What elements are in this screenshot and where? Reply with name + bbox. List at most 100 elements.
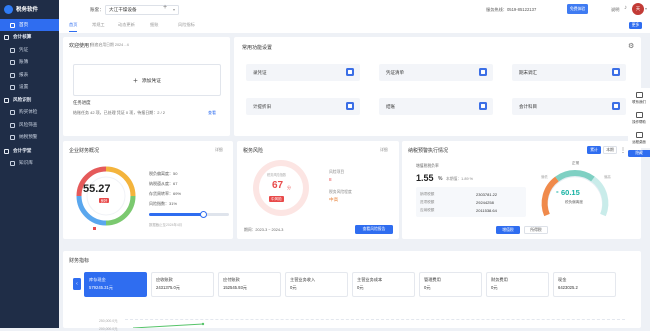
user-button[interactable]: 免费体验 (567, 4, 588, 14)
sidebar-item-label: 知识库 (19, 160, 33, 165)
menu-icon (10, 122, 15, 128)
function-item-3[interactable]: 计提折旧 (246, 98, 360, 115)
risk-detail-link[interactable]: 详细 (380, 148, 388, 153)
finance-metric-0[interactable]: 库存现金 579245.31元 (84, 272, 147, 297)
chart-y-label-1: 250,000.0元 (99, 319, 118, 323)
overview-score: 55.27 (83, 183, 111, 195)
sidebar-item-1[interactable]: 会计核算 (0, 31, 59, 43)
remote-desktop-tool[interactable]: 远程桌面 (628, 128, 650, 148)
app-logo: 税务软件 (4, 3, 38, 15)
declare-more-icon[interactable]: ⋮ (620, 147, 626, 154)
sidebar-item-label: 风险识别 (13, 97, 32, 102)
help-link[interactable]: 说明 (611, 7, 619, 13)
overview-slider[interactable] (149, 211, 229, 218)
function-icon (346, 102, 354, 110)
sidebar-item-5[interactable]: 设置 (0, 81, 59, 93)
account-name: 大江干燥设备 (109, 7, 137, 12)
function-label: 会计科目 (519, 104, 537, 109)
user-menu-caret-icon[interactable]: ▾ (645, 6, 647, 11)
tab-updates[interactable]: 动态更新 (118, 22, 135, 31)
gauge-caption: 税负偏离度 (565, 200, 583, 204)
bell-icon[interactable]: ♪ (624, 5, 627, 11)
metric-value: 152545.93元 (223, 285, 247, 290)
add-voucher-button[interactable]: + 添加凭证 (73, 64, 221, 96)
finance-prev-button[interactable]: ‹ (73, 278, 81, 290)
overview-stat-1: 税负偏离度：50 (149, 171, 178, 176)
monitor-icon (635, 132, 643, 138)
declare-period-button[interactable]: 本期 (603, 146, 617, 154)
sidebar-item-label: 纳税预警 (19, 134, 38, 139)
tab-risk[interactable]: 风险指标 (178, 22, 195, 31)
function-label: 期末调汇 (519, 70, 537, 75)
contact-us-tool[interactable]: 联系我们 (628, 88, 650, 108)
finance-metric-4[interactable]: 主营业务成本 0元 (352, 272, 415, 297)
sidebar-item-9[interactable]: 纳税预警 (0, 131, 59, 143)
overview-title: 企业财务概况 (69, 148, 100, 154)
finance-metric-1[interactable]: 应收账款 2431375.0元 (151, 272, 214, 297)
help-tool[interactable]: 操作帮助 (628, 108, 650, 128)
sidebar-item-label: 报表 (19, 72, 29, 77)
tab-routine[interactable]: 常规工 (92, 22, 105, 31)
finance-metric-7[interactable]: 现金 6423025.2 (553, 272, 616, 297)
tabs-more-button[interactable]: 更多 (629, 22, 642, 29)
risk-value-2: 中高 (329, 197, 339, 202)
income-tax-tab-button[interactable]: 所得税 (524, 226, 548, 234)
finance-metric-5[interactable]: 管理费用 0元 (419, 272, 482, 297)
slider-handle[interactable] (199, 211, 207, 218)
risk-card: 税务风险 详细 税务风险指数 67 分 中风险 风险项目 8 税务风险程度 中高… (237, 141, 399, 239)
finance-metric-6[interactable]: 财务费用 0元 (486, 272, 549, 297)
menu-icon (10, 134, 15, 140)
function-item-4[interactable]: 结账 (379, 98, 493, 115)
function-item-0[interactable]: 录凭证 (246, 64, 360, 81)
overview-detail-link[interactable]: 详细 (215, 148, 223, 153)
sidebar-item-6[interactable]: 风险识别 (0, 94, 59, 106)
account-select[interactable]: 大江干燥设备 ▾ (105, 5, 179, 15)
finance-trend-line (133, 322, 205, 328)
tab-detail[interactable]: 细账 (150, 22, 158, 31)
metric-label: 库存现金 (89, 277, 106, 282)
avatar[interactable]: 天 (632, 3, 644, 15)
overview-stat-3: 存货周转率：69% (149, 191, 182, 196)
risk-title: 税务风险 (243, 148, 264, 154)
function-item-2[interactable]: 期末调汇 (512, 64, 626, 81)
sidebar-item-7[interactable]: 购买体检 (0, 106, 59, 118)
function-icon (479, 102, 487, 110)
function-label: 计提折旧 (253, 104, 271, 109)
settings-gear-icon[interactable]: ⚙ (628, 42, 634, 50)
hide-tools-button[interactable]: 隐藏 (628, 150, 650, 157)
menu-icon (10, 72, 15, 78)
metric-label: 应付账款 (223, 277, 240, 282)
sidebar-item-label: 风险筛查 (19, 122, 38, 127)
view-risk-report-button[interactable]: 查看风险报告 (355, 225, 393, 234)
sidebar-item-0[interactable]: 首页 (0, 19, 59, 31)
sidebar-item-4[interactable]: 报表 (0, 69, 59, 81)
declare-cumulative-button[interactable]: 累计 (587, 146, 601, 154)
sidebar-item-3[interactable]: 账簿 (0, 56, 59, 68)
risk-score-unit: 分 (287, 185, 291, 190)
risk-label-2: 税务风险程度 (329, 190, 352, 194)
tasks-link[interactable]: 查看 (208, 110, 216, 116)
menu-icon (10, 160, 15, 166)
tab-home[interactable]: 首页 (69, 22, 78, 32)
metric-value: 0元 (491, 285, 498, 290)
sidebar-item-2[interactable]: 凭证 (0, 44, 59, 56)
chart-gridline (125, 319, 625, 320)
add-account-button[interactable]: + (163, 4, 167, 11)
vat-tab-button[interactable]: 增值税 (496, 226, 520, 234)
sidebar-item-label: 设置 (19, 84, 29, 89)
overview-stat-4: 风险指数：31% (149, 201, 178, 206)
function-item-1[interactable]: 凭证清单 (379, 64, 493, 81)
function-item-5[interactable]: 会计科目 (512, 98, 626, 115)
sidebar-item-8[interactable]: 风险筛查 (0, 119, 59, 131)
gauge-top-label: 正常 (572, 161, 580, 165)
finance-metric-3[interactable]: 主营业务收入 0元 (285, 272, 348, 297)
gauge-value-sign: - (556, 187, 559, 196)
sidebar-item-11[interactable]: 知识库 (0, 157, 59, 169)
finance-metric-2[interactable]: 应付账款 152545.93元 (218, 272, 281, 297)
menu-icon (10, 84, 15, 90)
hotline-text: 服务热线：0519-85122137 (486, 7, 537, 12)
sidebar-item-10[interactable]: 会计学堂 (0, 145, 59, 157)
metric-label: 主营业务成本 (357, 277, 383, 282)
overview-foot-note: 数据截止至2024年4月 (149, 223, 183, 227)
sidebar-item-label: 首页 (19, 22, 29, 27)
